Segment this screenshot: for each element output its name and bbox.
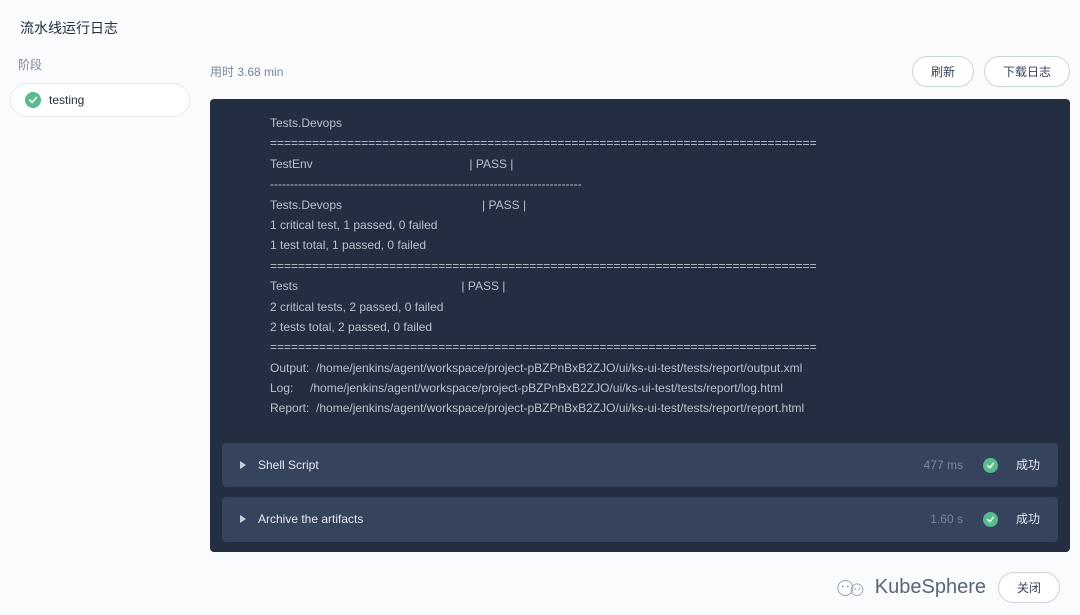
log-panel: Tests.Devops ===========================… xyxy=(210,99,1070,552)
chevron-right-icon xyxy=(240,515,246,523)
step-status-text: 成功 xyxy=(1016,455,1040,475)
step-row-archive-artifacts[interactable]: Archive the artifacts 1.60 s 成功 xyxy=(222,497,1058,541)
wechat-icon xyxy=(835,578,869,598)
step-label: Archive the artifacts xyxy=(258,509,918,529)
duration-display: 用时 3.68 min xyxy=(210,63,283,80)
sidebar-stage-label: 阶段 xyxy=(10,56,190,73)
step-row-shell-script[interactable]: Shell Script 477 ms 成功 xyxy=(222,443,1058,487)
step-time: 1.60 s xyxy=(930,509,963,529)
sidebar: 阶段 testing xyxy=(10,56,190,552)
success-icon xyxy=(983,512,998,527)
page-title: 流水线运行日志 xyxy=(0,0,1080,56)
brand-badge: KubeSphere xyxy=(835,576,986,599)
success-icon xyxy=(25,92,41,108)
step-label: Shell Script xyxy=(258,455,912,475)
step-status-text: 成功 xyxy=(1016,509,1040,529)
close-button[interactable]: 关闭 xyxy=(998,572,1060,603)
chevron-right-icon xyxy=(240,461,246,469)
step-time: 477 ms xyxy=(924,455,963,475)
log-output: Tests.Devops ===========================… xyxy=(210,99,1070,433)
stage-pill-testing[interactable]: testing xyxy=(10,83,190,117)
success-icon xyxy=(983,458,998,473)
download-log-button[interactable]: 下载日志 xyxy=(984,56,1070,87)
stage-label: testing xyxy=(49,93,84,107)
refresh-button[interactable]: 刷新 xyxy=(912,56,974,87)
brand-text: KubeSphere xyxy=(875,576,986,599)
